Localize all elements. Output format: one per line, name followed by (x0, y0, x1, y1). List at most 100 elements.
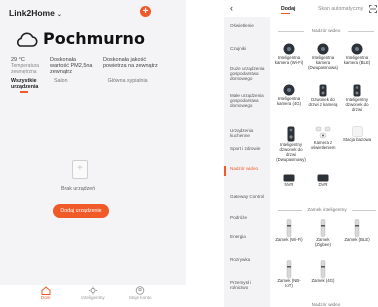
device-lock-wifi[interactable]: Zamek (Wi-Fi) (274, 219, 304, 243)
device-lock-nbiot[interactable]: Zamek (NB-IoT) (274, 260, 304, 289)
category-gateway[interactable]: Gateway Control (230, 194, 268, 199)
home-name: Link2Home (9, 8, 55, 18)
stat-value: Doskonała wartość PM2,5na zewnątrz (50, 57, 93, 75)
tab-account[interactable]: Moje konto (123, 285, 157, 307)
section-divider (348, 31, 374, 32)
section-title-next: Nadzór wideo (311, 302, 341, 307)
active-tab-indicator (281, 13, 290, 15)
sun-icon (88, 286, 97, 295)
doorbell-icon (319, 84, 327, 97)
doorbell-icon (353, 84, 361, 97)
stat-air-quality: Doskonała jakość powietrza na zewnątrz (103, 57, 163, 75)
device-label: Dzwonek do drzwi z kamerą (308, 97, 338, 107)
device-camera-4g[interactable]: Inteligentna kamera (4G) (274, 84, 304, 107)
lock-icon (320, 260, 326, 278)
camera-icon (351, 43, 363, 55)
room-tab-salon[interactable]: Salon (54, 78, 68, 90)
category-sport-health[interactable]: Sport i zdrowie (230, 146, 268, 151)
device-camera-ble[interactable]: Inteligentna kamera (BLE) (342, 43, 372, 66)
device-lock-zigbee[interactable]: Zamek (Zigbee) (308, 219, 338, 248)
device-label: Zamek (BLE) (344, 237, 370, 242)
category-lighting[interactable]: Oświetlenie (230, 23, 268, 28)
device-doorbell-camera[interactable]: Dzwonek do drzwi z kamerą (308, 84, 338, 108)
add-device-button[interactable]: Dodaj urządzenie (53, 204, 109, 218)
cloud-icon (17, 32, 38, 47)
empty-device-icon (72, 160, 88, 179)
category-industry[interactable]: Przemysł i rolnictwo (230, 280, 268, 290)
device-base-station[interactable]: Stacja bazowa (342, 126, 372, 143)
device-lock-4g[interactable]: Zamek (4G) (308, 260, 338, 284)
device-label: Inteligentny dzwonek do drzwi (Dwupasmow… (276, 142, 306, 162)
category-large-appliances[interactable]: Duże urządzenia gospodarstwa domowego (230, 66, 268, 82)
tab-label: Inteligentny (81, 295, 105, 300)
dvr-icon (317, 174, 329, 182)
device-label: Kamera z oświetleniem (310, 140, 336, 150)
device-label: Inteligentna kamera (Wi-Fi) (274, 55, 304, 65)
category-small-appliances[interactable]: Małe urządzenia gospodarstwa domowego (230, 93, 268, 109)
device-label: Zamek (NB-IoT) (277, 278, 301, 288)
device-lock-ble[interactable]: Zamek (BLE) (342, 219, 372, 243)
device-dvr[interactable]: DVR (308, 174, 338, 188)
home-icon (41, 286, 51, 295)
device-label: Inteligentna kamera (BLE) (343, 55, 371, 65)
device-label: Inteligentny dzwonek do drzwi (345, 97, 369, 112)
stat-temperature: 29 °C Temperatura zewnętrzna (11, 57, 43, 75)
device-label: Inteligentna kamera (4G) (276, 96, 302, 106)
scan-icon[interactable] (369, 5, 377, 13)
device-nvr[interactable]: NVR (274, 174, 304, 188)
lock-icon (320, 219, 326, 237)
category-entertainment[interactable]: Rozrywka (230, 257, 268, 262)
room-tab-bedroom[interactable]: Główna sypialnia (108, 78, 148, 90)
weather-stats: 29 °C Temperatura zewnętrzna Doskonała w… (11, 57, 170, 75)
doorbell-icon (287, 126, 295, 142)
device-smart-doorbell[interactable]: Inteligentny dzwonek do drzwi (342, 84, 372, 113)
device-label: Stacja bazowa (343, 137, 371, 142)
category-sidebar (224, 17, 270, 307)
base-station-icon (351, 126, 363, 137)
device-label: Zamek (4G) (311, 278, 335, 283)
add-device-screen: ‹ Dodaj Skan automatyczny Oświetlenie Cz… (224, 0, 378, 307)
add-button[interactable]: + (140, 6, 151, 17)
section-title-lock: Zamek inteligentny (307, 207, 347, 212)
device-label: Inteligentna kamera (Dwupasmowa) (308, 55, 338, 70)
device-label: DVR (318, 182, 328, 187)
device-camera-wifi[interactable]: Inteligentna kamera (Wi-Fi) (274, 43, 304, 66)
section-divider (352, 210, 376, 211)
home-screen: Link2Home ⌄ + Pochmurno 29 °C Temperatura… (0, 0, 186, 307)
section-divider (278, 210, 302, 211)
weather-condition: Pochmurno (43, 29, 145, 48)
camera-icon (283, 43, 295, 55)
device-label: NVR (284, 182, 294, 187)
empty-state-text: Brak urządzeń (61, 186, 96, 192)
device-doorbell-dualband[interactable]: Inteligentny dzwonek do drzwi (Dwupasmow… (274, 126, 308, 163)
stat-label: Temperatura zewnętrzna (11, 63, 40, 75)
bottom-tab-bar: Dom Inteligentny Moje konto (0, 285, 186, 307)
stat-value: Doskonała jakość powietrza na zewnątrz (103, 57, 158, 69)
category-energy[interactable]: Energia (230, 234, 268, 239)
tab-label: Dom (40, 295, 51, 300)
tab-smart[interactable]: Inteligentny (76, 285, 110, 307)
device-floodlight-camera[interactable]: Kamera z oświetleniem (308, 126, 338, 151)
tab-auto-scan[interactable]: Skan automatyczny (318, 6, 363, 12)
active-room-indicator (20, 91, 28, 93)
category-video-surveillance[interactable]: Nadzór wideo (230, 166, 268, 171)
back-icon[interactable]: ‹ (230, 3, 233, 13)
chevron-down-icon: ⌄ (56, 12, 62, 18)
device-label: Zamek (Zigbee) (314, 237, 331, 247)
nvr-icon (283, 174, 295, 182)
stat-pm25: Doskonała wartość PM2,5na zewnątrz (50, 57, 96, 75)
home-selector[interactable]: Link2Home ⌄ (9, 8, 62, 18)
weather-widget: Pochmurno (14, 29, 145, 48)
room-tab-all[interactable]: Wszystkie urządzenia (11, 78, 47, 90)
tab-label: Moje konto (129, 295, 152, 300)
tab-home[interactable]: Dom (29, 285, 63, 307)
tab-add[interactable]: Dodaj (281, 6, 295, 12)
device-camera-dualband[interactable]: Inteligentna kamera (Dwupasmowa) (308, 43, 338, 71)
camera-icon (317, 43, 329, 55)
lock-icon (286, 219, 292, 237)
active-category-indicator (224, 166, 226, 176)
category-sensors[interactable]: Czujniki (230, 46, 268, 51)
category-travel[interactable]: Podróże (230, 215, 268, 220)
category-kitchen[interactable]: Urządzenia kuchenne (230, 128, 268, 138)
section-divider (278, 31, 304, 32)
